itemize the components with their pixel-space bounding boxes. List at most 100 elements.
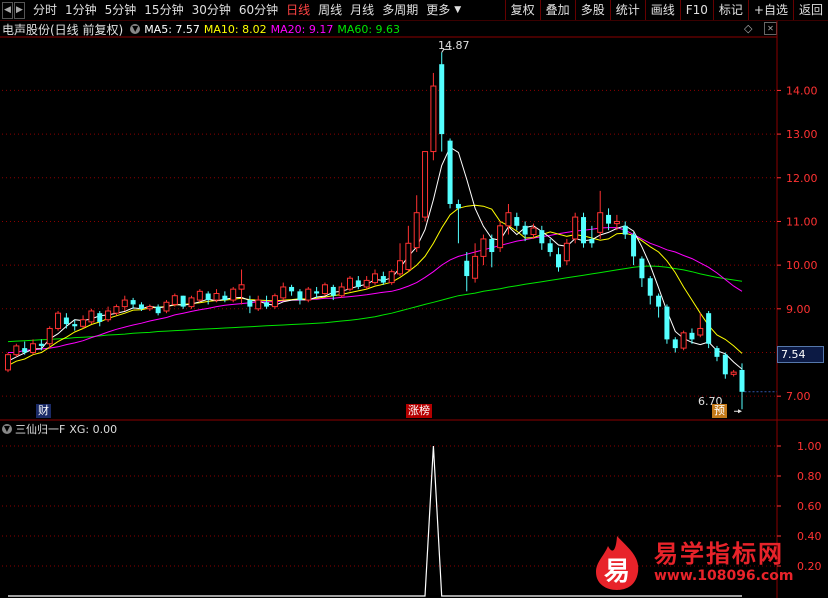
candle [680, 330, 687, 351]
indicator-title[interactable]: 三仙归一F [15, 421, 65, 437]
candle [388, 269, 395, 285]
candle [280, 282, 287, 301]
candle [413, 195, 420, 253]
candle [63, 313, 69, 329]
candle [13, 343, 20, 357]
candle-body-up [238, 284, 245, 290]
candle [205, 291, 211, 305]
candle [631, 232, 637, 266]
candle [97, 310, 103, 327]
candle-body-down [222, 295, 228, 301]
candle-body-down [489, 238, 495, 253]
candle-body-up [730, 371, 737, 375]
candle [539, 225, 545, 250]
flame-logo-icon: 易 [588, 534, 646, 592]
candle-body-down [180, 295, 186, 307]
candle-body-down [714, 348, 720, 357]
candle-body-up [196, 290, 203, 301]
candle-body-down [380, 276, 386, 283]
candle-body-up [188, 297, 195, 308]
candle-body-up [113, 306, 120, 314]
candle-body-up [171, 295, 178, 305]
y-tick-label: 9.00 [786, 303, 811, 316]
candle [714, 345, 720, 362]
candle-body-down [247, 300, 253, 307]
finance-badge[interactable]: 财 [36, 404, 51, 418]
candle-body-down [547, 243, 553, 253]
candle [188, 295, 195, 309]
logo-url: www.108096.com [654, 568, 794, 584]
candle-body-up [430, 85, 437, 153]
candle-body-down [656, 295, 662, 307]
candle [455, 199, 461, 244]
candle [430, 72, 437, 161]
candle [363, 276, 370, 290]
forecast-badge[interactable]: 预 [712, 404, 727, 418]
candle [439, 52, 445, 152]
candle-body-up [321, 284, 328, 295]
candle-body-down [439, 64, 445, 135]
candle-body-down [689, 332, 695, 340]
candle-body-up [4, 354, 12, 371]
candle [572, 212, 579, 244]
candle-body-up [280, 286, 287, 299]
limit-list-badge[interactable]: 涨榜 [406, 404, 432, 418]
candle-body-down [639, 258, 645, 279]
candle [264, 295, 270, 309]
candle [447, 138, 453, 209]
candle [346, 276, 353, 292]
candle [155, 304, 161, 316]
candle-body-down [464, 260, 470, 277]
candle-body-down [264, 302, 270, 307]
candle-body-up [230, 288, 237, 301]
ma10-line [7, 204, 743, 367]
candle-body-up [572, 216, 579, 240]
candle [380, 271, 386, 285]
candle-body-down [647, 278, 653, 296]
candle [472, 243, 479, 283]
candle [497, 221, 504, 253]
candle [355, 276, 361, 290]
candle-body-up [697, 327, 704, 336]
candle [563, 238, 570, 266]
candle-body-up [55, 312, 62, 329]
high-price-label: 14.87 [438, 39, 470, 52]
kline-chart[interactable]: 14.0013.0012.0011.0010.009.008.007.001.0… [0, 0, 828, 598]
candle [4, 352, 12, 373]
candle [739, 363, 745, 410]
ma5-line [7, 146, 743, 370]
candle [80, 315, 87, 329]
candle-body-up [255, 299, 262, 310]
y-tick-label: 12.00 [786, 172, 818, 185]
candle-body-up [371, 273, 379, 284]
candle [581, 212, 587, 248]
candle [338, 282, 345, 298]
candle [489, 234, 495, 268]
candle [622, 221, 628, 239]
candle [371, 269, 379, 285]
candle [706, 310, 712, 349]
candle-body-down [706, 313, 712, 344]
candle-body-down [155, 306, 161, 314]
candle [305, 286, 312, 303]
candle [230, 286, 237, 303]
candle [514, 212, 520, 231]
candle [88, 308, 95, 325]
candle-body-down [130, 300, 136, 305]
candle-body-down [205, 293, 211, 301]
candle-body-up [363, 279, 370, 288]
candle-body-down [355, 280, 361, 287]
candle-body-down [447, 140, 453, 204]
candle [672, 337, 678, 353]
candle-body-up [30, 343, 37, 353]
y-tick-label: 14.00 [786, 84, 818, 97]
candle [130, 297, 136, 309]
candle [639, 256, 645, 287]
candle [196, 289, 203, 303]
candle-body-up [680, 332, 687, 349]
candle [213, 289, 220, 303]
indicator-dropdown-icon[interactable]: ▼ [2, 424, 12, 434]
candle [555, 247, 562, 272]
candle [480, 234, 487, 266]
candle [247, 295, 253, 314]
